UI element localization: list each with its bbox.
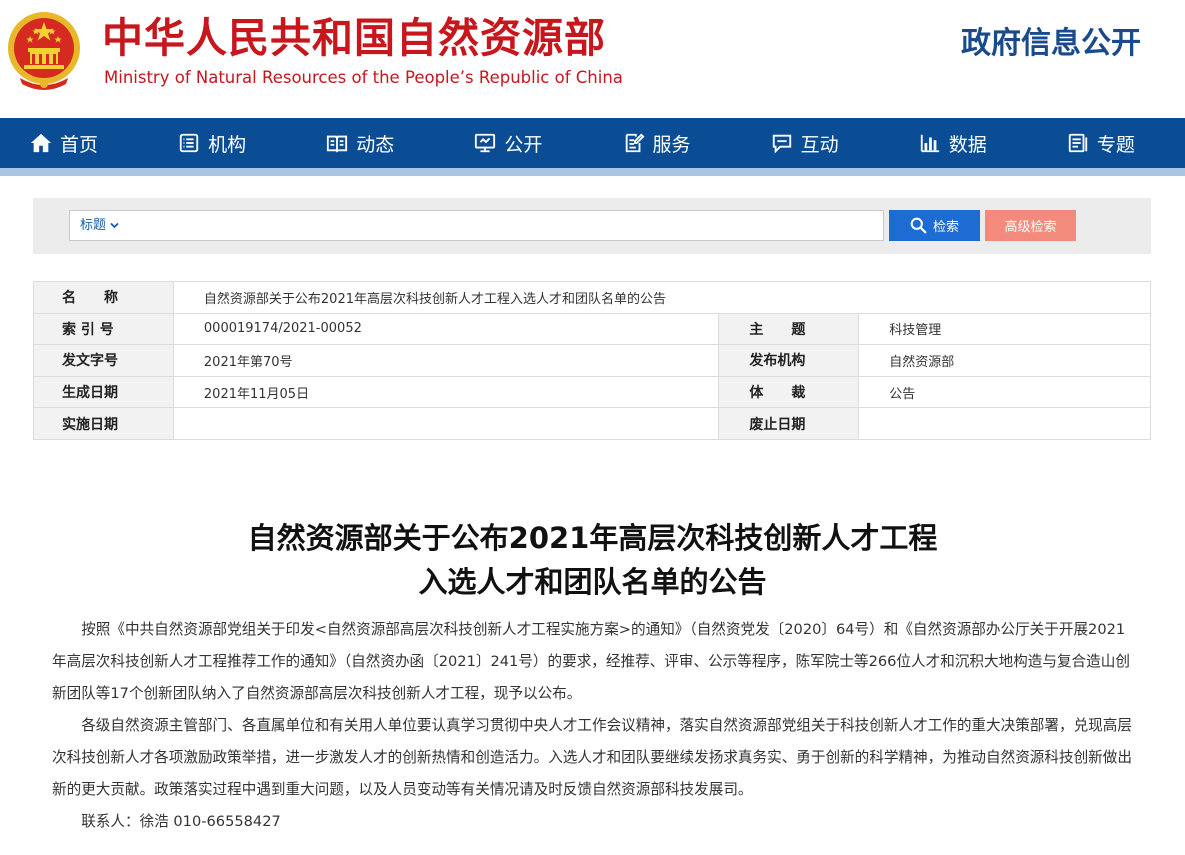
doc-number-label: 发文字号: [33, 344, 174, 377]
advanced-search-button[interactable]: 高级检索: [985, 210, 1076, 241]
nav-item-topic[interactable]: 专题: [1037, 118, 1185, 168]
genre-value: 公告: [858, 375, 1151, 409]
search-input[interactable]: [140, 211, 880, 240]
chevron-down-icon: [110, 211, 119, 240]
expiry-date-label: 废止日期: [718, 407, 860, 440]
nav-item-label: 首页: [60, 133, 99, 156]
nav-item-public[interactable]: 公开: [444, 118, 592, 168]
topic-icon: [1068, 133, 1088, 153]
topic-label: 主 题: [718, 312, 860, 346]
article-title-line-1: 自然资源部关于公布2021年高层次科技创新人才工程: [247, 521, 938, 555]
article-title: 自然资源部关于公布2021年高层次科技创新人才工程 入选人才和团队名单的公告: [0, 516, 1185, 604]
nav-divider: [0, 168, 1185, 176]
gov-info-disclosure-title[interactable]: 政府信息公开: [961, 24, 1141, 64]
chat-icon: [772, 134, 791, 154]
name-label: 名 称: [33, 281, 174, 314]
table-row: 名 称 自然资源部关于公布2021年高层次科技创新人才工程入选人才和团队名单的公…: [33, 281, 1152, 314]
topic-value: 科技管理: [858, 312, 1151, 346]
index-label: 索 引 号: [33, 312, 174, 346]
article-paragraph-2: 各级自然资源主管部门、各直属单位和有关用人单位要认真学习贯彻中央人才工作会议精神…: [52, 717, 1132, 798]
nav-item-label: 公开: [504, 133, 543, 156]
nav-item-interact[interactable]: 互动: [741, 118, 889, 168]
nav-item-org[interactable]: 机构: [148, 118, 296, 168]
bar-chart-icon: [920, 134, 939, 153]
article-title-line-2: 入选人才和团队名单的公告: [418, 565, 767, 599]
nav-item-label: 动态: [356, 133, 395, 156]
nav-item-label: 服务: [652, 133, 691, 156]
table-row: 发文字号 2021年第70号 发布机构 自然资源部: [33, 344, 1151, 377]
org-icon: [179, 133, 199, 153]
search-input-wrapper: 标题: [69, 210, 884, 241]
search-bar: 标题 检索 高级检索: [33, 198, 1151, 254]
name-value: 自然资源部关于公布2021年高层次科技创新人才工程入选人才和团队名单的公告: [172, 281, 1152, 314]
article-paragraph-1: 按照《中共自然资源部党组关于印发<自然资源部高层次科技创新人才工程实施方案>的通…: [52, 621, 1130, 702]
date-value: 2021年11月05日: [172, 375, 720, 409]
article-contact: 联系人：徐浩 010-66558427: [81, 813, 281, 830]
nav-item-label: 专题: [1096, 133, 1135, 156]
monitor-icon: [475, 133, 496, 153]
search-field-label: 标题: [80, 218, 107, 233]
national-emblem-icon: [8, 12, 80, 90]
edit-doc-icon: [625, 133, 644, 153]
home-icon: [30, 133, 52, 153]
effective-date-value: [172, 407, 720, 440]
table-row: 实施日期 废止日期: [33, 407, 1151, 440]
nav-item-label: 机构: [208, 133, 247, 156]
date-label: 生成日期: [33, 375, 174, 409]
table-row: 索 引 号 000019174/2021-00052 主 题 科技管理: [33, 312, 1151, 346]
nav-item-home[interactable]: 首页: [0, 118, 148, 168]
search-button[interactable]: 检索: [889, 210, 980, 241]
book-icon: [327, 135, 348, 153]
document-info-table: 名 称 自然资源部关于公布2021年高层次科技创新人才工程入选人才和团队名单的公…: [33, 281, 1152, 440]
search-field-dropdown[interactable]: 标题: [80, 211, 119, 240]
site-header: 中华人民共和国自然资源部 Ministry of Natural Resourc…: [0, 0, 1185, 118]
effective-date-label: 实施日期: [33, 407, 174, 440]
main-nav: 首页 机构 动态 公开 服务 互动 数据 专题: [0, 118, 1185, 168]
genre-label: 体 裁: [718, 375, 860, 409]
search-button-label: 检索: [932, 219, 959, 234]
doc-number-value: 2021年第70号: [172, 344, 720, 377]
issuer-label: 发布机构: [718, 344, 860, 377]
table-row: 生成日期 2021年11月05日 体 裁 公告: [33, 375, 1151, 409]
site-title-chinese: 中华人民共和国自然资源部: [102, 14, 606, 62]
site-title-english: Ministry of Natural Resources of the Peo…: [104, 68, 623, 87]
article-body: 按照《中共自然资源部党组关于印发<自然资源部高层次科技创新人才工程实施方案>的通…: [52, 614, 1132, 838]
expiry-date-value: [858, 407, 1151, 440]
nav-item-label: 互动: [800, 133, 839, 156]
nav-item-data[interactable]: 数据: [889, 118, 1037, 168]
nav-item-news[interactable]: 动态: [296, 118, 444, 168]
search-icon: [910, 217, 927, 234]
nav-item-service[interactable]: 服务: [593, 118, 741, 168]
index-value: 000019174/2021-00052: [172, 312, 720, 346]
issuer-value: 自然资源部: [858, 344, 1151, 377]
nav-item-label: 数据: [948, 133, 987, 156]
